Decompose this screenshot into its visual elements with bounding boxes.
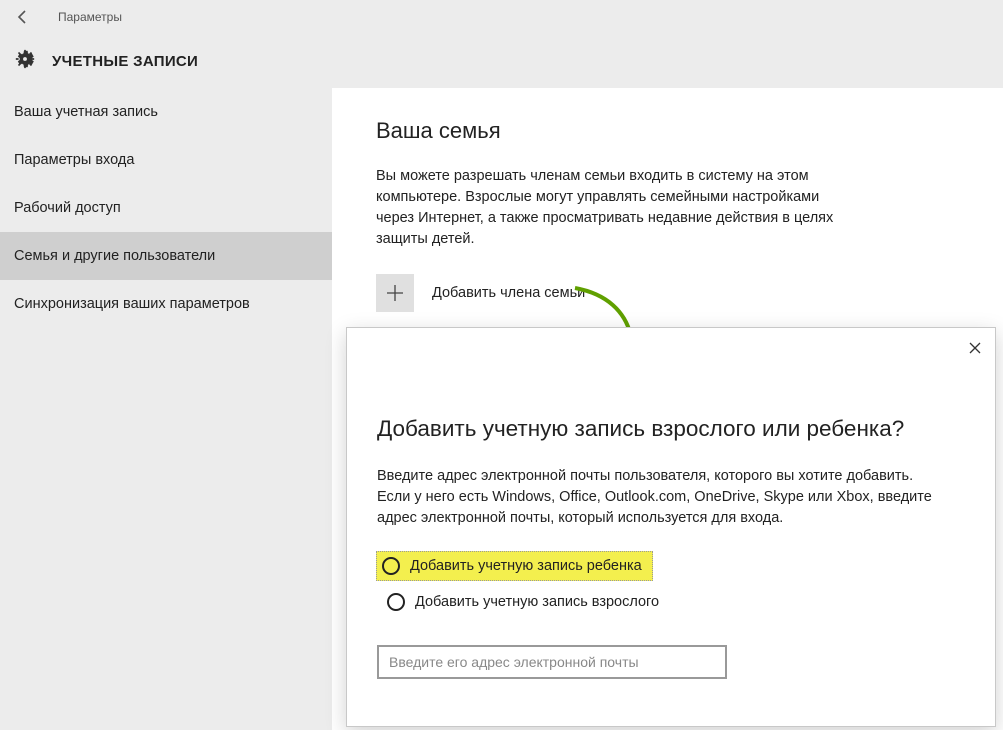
- close-icon: [969, 342, 981, 354]
- section-description: Вы можете разрешать членам семьи входить…: [376, 166, 856, 250]
- radio-icon: [387, 593, 405, 611]
- sidebar: Ваша учетная запись Параметры входа Рабо…: [0, 88, 332, 730]
- sidebar-item-label: Параметры входа: [14, 152, 134, 168]
- sidebar-item-your-account[interactable]: Ваша учетная запись: [0, 88, 332, 136]
- back-arrow-icon: [15, 9, 31, 25]
- plus-icon: [376, 274, 414, 312]
- radio-label: Добавить учетную запись взрослого: [415, 594, 659, 610]
- radio-add-adult[interactable]: Добавить учетную запись взрослого: [381, 587, 665, 617]
- page-header: УЧЕТНЫЕ ЗАПИСИ: [0, 34, 1003, 88]
- window-title: Параметры: [58, 10, 122, 24]
- gear-icon: [14, 48, 36, 75]
- sidebar-item-label: Семья и другие пользователи: [14, 248, 215, 264]
- dialog-title: Добавить учетную запись взрослого или ре…: [377, 416, 965, 442]
- radio-icon: [382, 557, 400, 575]
- radio-add-child[interactable]: Добавить учетную запись ребенка: [376, 551, 653, 581]
- add-account-dialog: Добавить учетную запись взрослого или ре…: [346, 327, 996, 727]
- email-field[interactable]: [377, 645, 727, 679]
- dialog-description: Введите адрес электронной почты пользова…: [377, 466, 937, 529]
- radio-label: Добавить учетную запись ребенка: [410, 558, 642, 574]
- sidebar-item-sync-settings[interactable]: Синхронизация ваших параметров: [0, 280, 332, 328]
- add-family-member-button[interactable]: Добавить члена семьи: [376, 274, 959, 312]
- page-title: УЧЕТНЫЕ ЗАПИСИ: [52, 53, 198, 70]
- title-bar: Параметры: [0, 0, 1003, 34]
- sidebar-item-family-users[interactable]: Семья и другие пользователи: [0, 232, 332, 280]
- close-button[interactable]: [961, 334, 989, 362]
- section-title: Ваша семья: [376, 118, 959, 144]
- sidebar-item-work-access[interactable]: Рабочий доступ: [0, 184, 332, 232]
- sidebar-item-label: Ваша учетная запись: [14, 104, 158, 120]
- back-button[interactable]: [8, 2, 38, 32]
- add-family-member-label: Добавить члена семьи: [432, 285, 585, 301]
- sidebar-item-label: Рабочий доступ: [14, 200, 121, 216]
- sidebar-item-label: Синхронизация ваших параметров: [14, 296, 250, 312]
- sidebar-item-signin-options[interactable]: Параметры входа: [0, 136, 332, 184]
